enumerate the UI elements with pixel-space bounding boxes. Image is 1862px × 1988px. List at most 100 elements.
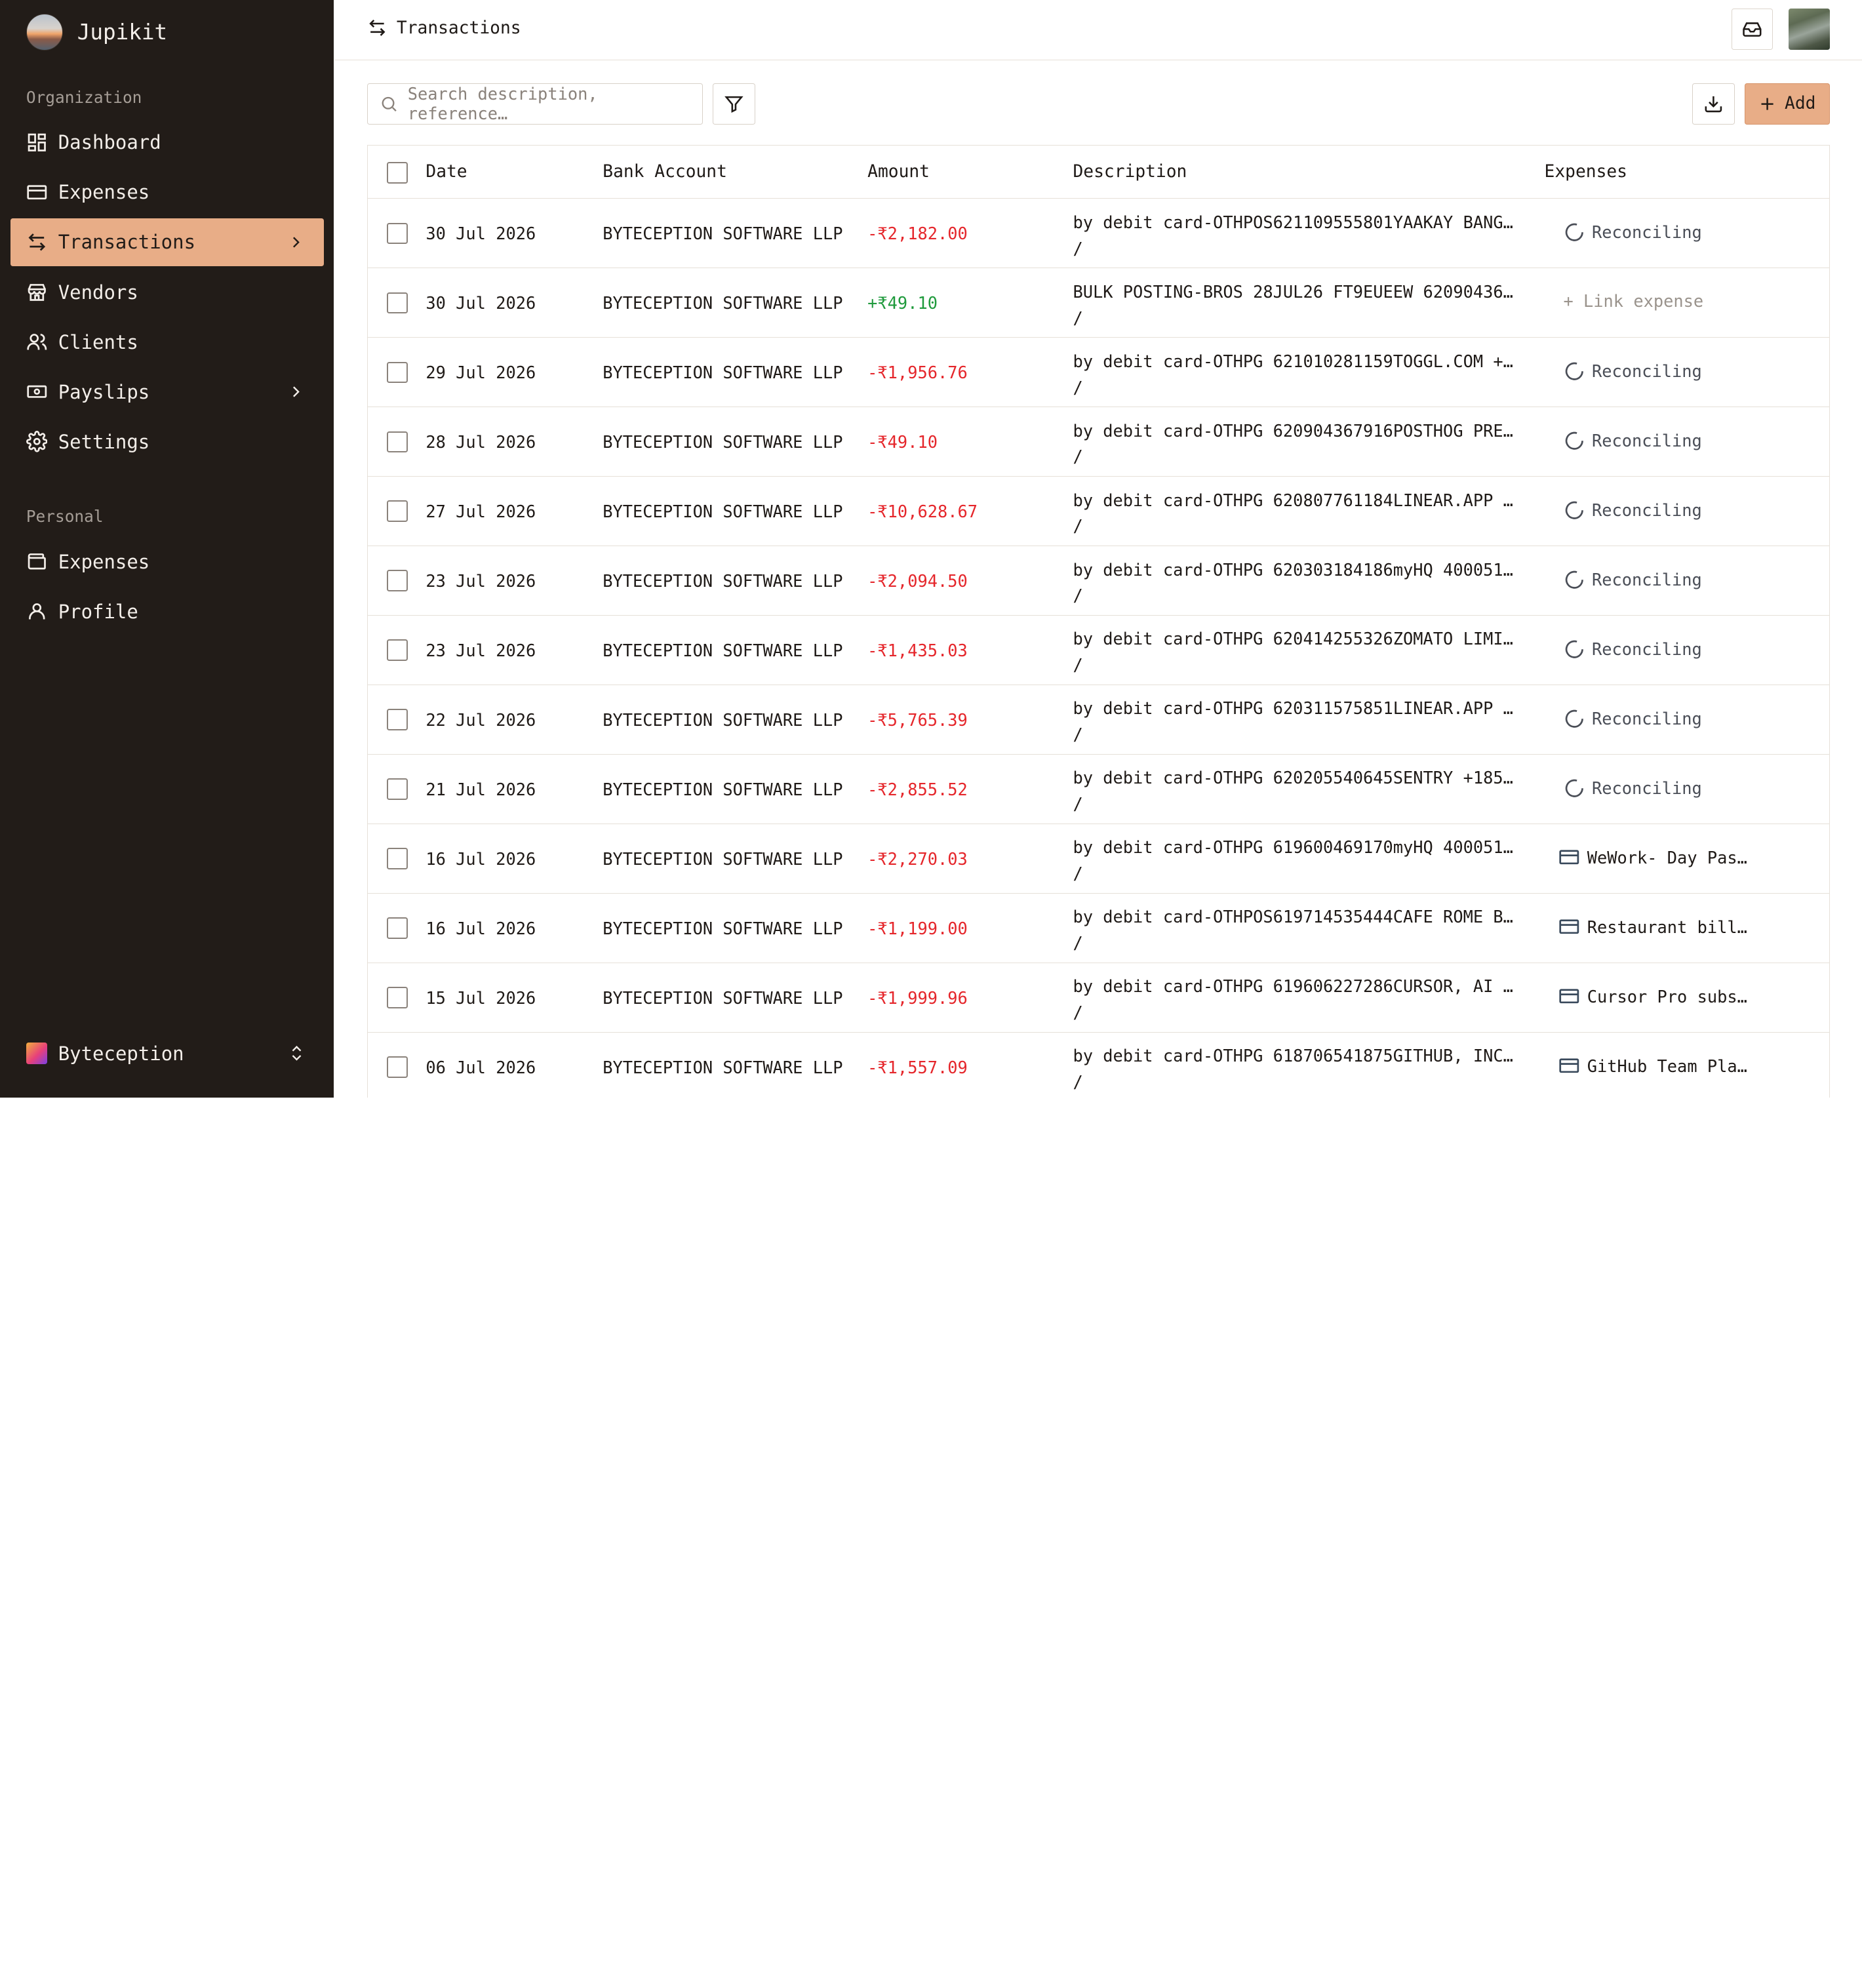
table-row[interactable]: 23 Jul 2026 BYTECEPTION SOFTWARE LLP -₹1,4…: [367, 616, 1830, 686]
linked-expense[interactable]: WeWork- Day Pass…: [1558, 846, 1753, 868]
description-line-2: /: [1073, 655, 1083, 675]
credit-card-icon: [1559, 989, 1579, 1004]
sidebar-item-clients[interactable]: Clients: [10, 318, 324, 365]
cell-amount: -₹2,094.50: [867, 571, 968, 591]
cell-amount: -₹2,182.00: [867, 224, 968, 244]
cell-amount: -₹1,999.96: [867, 987, 968, 1008]
section-label-personal: Personal: [26, 507, 104, 527]
cell-bank-account: BYTECEPTION SOFTWARE LLP: [603, 224, 843, 244]
inbox-button[interactable]: [1731, 8, 1773, 50]
cell-date: 23 Jul 2026: [426, 641, 536, 661]
description-line-1: by debit card-OTHPG 618706541875GITHUB, …: [1073, 1046, 1520, 1066]
top-bar: Transactions: [334, 0, 1862, 61]
filter-icon: [724, 96, 743, 113]
description-line-2: /: [1073, 447, 1083, 467]
sidebar-item-settings[interactable]: Settings: [10, 418, 324, 466]
arrows-left-right-icon: [26, 231, 48, 253]
description-line-2: /: [1073, 725, 1083, 745]
sidebar-item-dashboard[interactable]: Dashboard: [10, 119, 324, 166]
reconciling-status: Reconciling: [1564, 639, 1702, 660]
row-checkbox[interactable]: [386, 639, 408, 661]
cell-amount: -₹1,956.76: [867, 363, 968, 383]
table-row[interactable]: 30 Jul 2026 BYTECEPTION SOFTWARE LLP +₹49.…: [367, 268, 1830, 338]
sidebar-item-label: Expenses: [58, 550, 150, 573]
filter-button[interactable]: [712, 83, 755, 125]
row-checkbox[interactable]: [386, 500, 408, 523]
column-header-date[interactable]: Date: [426, 162, 467, 182]
select-all-checkbox[interactable]: [386, 162, 408, 184]
description-line-1: by debit card-OTHPG 620311575851LINEAR.A…: [1073, 698, 1520, 719]
sidebar-item-personal-expenses[interactable]: Expenses: [10, 538, 324, 585]
sidebar-item-label: Payslips: [58, 380, 150, 403]
row-checkbox[interactable]: [386, 1056, 408, 1078]
add-button[interactable]: Add: [1744, 83, 1831, 125]
table-row[interactable]: 27 Jul 2026 BYTECEPTION SOFTWARE LLP -₹10,…: [367, 477, 1830, 547]
description-line-1: by debit card-OTHPG 620807761184LINEAR.A…: [1073, 490, 1520, 510]
table-row[interactable]: 16 Jul 2026 BYTECEPTION SOFTWARE LLP -₹2,2…: [367, 824, 1830, 894]
table-row[interactable]: 15 Jul 2026 BYTECEPTION SOFTWARE LLP -₹1,9…: [367, 963, 1830, 1033]
cell-bank-account: BYTECEPTION SOFTWARE LLP: [603, 641, 843, 661]
table-row[interactable]: 30 Jul 2026 BYTECEPTION SOFTWARE LLP -₹2,1…: [367, 199, 1830, 269]
table-row[interactable]: 23 Jul 2026 BYTECEPTION SOFTWARE LLP -₹2,0…: [367, 546, 1830, 616]
cell-description: by debit card-OTHPG 619606227286CURSOR, …: [1073, 974, 1524, 1026]
sidebar-item-expenses[interactable]: Expenses: [10, 169, 324, 216]
description-line-2: /: [1073, 516, 1083, 536]
table-row[interactable]: 29 Jul 2026 BYTECEPTION SOFTWARE LLP -₹1,9…: [367, 338, 1830, 408]
workspace-logo: [26, 1043, 48, 1064]
linked-expense[interactable]: GitHub Team Plan…: [1558, 1055, 1753, 1077]
download-button[interactable]: [1692, 83, 1735, 125]
workspace-switcher[interactable]: Byteception: [26, 1038, 311, 1069]
description-line-2: /: [1073, 1072, 1083, 1092]
sidebar-item-vendors[interactable]: Vendors: [10, 268, 324, 315]
description-line-2: /: [1073, 933, 1083, 953]
linked-expense[interactable]: Restaurant bill …: [1558, 916, 1753, 938]
sidebar-item-transactions[interactable]: Transactions: [10, 218, 325, 266]
row-checkbox[interactable]: [386, 778, 408, 800]
row-checkbox[interactable]: [386, 987, 408, 1008]
cell-amount: -₹5,765.39: [867, 710, 968, 730]
row-checkbox[interactable]: [386, 361, 408, 384]
row-checkbox[interactable]: [386, 431, 408, 453]
column-header-amount[interactable]: Amount: [867, 162, 930, 182]
search-input[interactable]: Search description, reference…: [366, 83, 703, 125]
sidebar-item-payslips[interactable]: Payslips: [10, 368, 324, 415]
brand[interactable]: Jupikit: [26, 13, 167, 51]
description-line-1: by debit card-OTHPOS621109555801YAAKAY B…: [1073, 212, 1520, 232]
description-line-1: by debit card-OTHPG 620205540645SENTRY +…: [1073, 768, 1520, 788]
cell-description: by debit card-OTHPG 620205540645SENTRY +…: [1073, 765, 1524, 818]
cell-amount: -₹49.10: [867, 432, 938, 452]
sidebar-item-profile[interactable]: Profile: [10, 588, 324, 635]
table-row[interactable]: 22 Jul 2026 BYTECEPTION SOFTWARE LLP -₹5,7…: [367, 685, 1830, 755]
table-row[interactable]: 21 Jul 2026 BYTECEPTION SOFTWARE LLP -₹2,8…: [367, 755, 1830, 825]
row-checkbox[interactable]: [386, 709, 408, 730]
column-header-bank-account[interactable]: Bank Account: [603, 162, 727, 182]
description-line-2: /: [1073, 586, 1083, 606]
sidebar-item-label: Profile: [58, 600, 138, 623]
avatar[interactable]: [1788, 8, 1831, 50]
cell-date: 29 Jul 2026: [426, 363, 536, 383]
app-name: Jupikit: [77, 19, 168, 45]
row-checkbox[interactable]: [386, 222, 408, 245]
column-header-description[interactable]: Description: [1073, 162, 1187, 182]
chevrons-up-down-icon: [292, 1046, 302, 1061]
user-icon: [26, 601, 48, 622]
sidebar-item-label: Expenses: [58, 181, 150, 204]
link-expense-button[interactable]: + Link expense: [1564, 291, 1704, 311]
row-checkbox[interactable]: [386, 917, 408, 939]
cell-bank-account: BYTECEPTION SOFTWARE LLP: [603, 710, 843, 730]
linked-expense[interactable]: Cursor Pro subsc…: [1558, 985, 1753, 1007]
page-title: Transactions: [396, 18, 521, 38]
table-row[interactable]: 28 Jul 2026 BYTECEPTION SOFTWARE LLP -₹49.…: [367, 407, 1830, 477]
row-checkbox[interactable]: [386, 848, 408, 869]
row-checkbox[interactable]: [386, 292, 408, 314]
loader-icon: [1565, 570, 1583, 589]
row-checkbox[interactable]: [386, 570, 408, 592]
transactions-table: Date Bank Account Amount Description Exp…: [366, 144, 1831, 1098]
description-line-1: by debit card-OTHPG 619600469170myHQ 400…: [1073, 837, 1520, 858]
description-line-1: BULK POSTING-BROS 28JUL26 FT9EUEEW 62090…: [1073, 281, 1520, 302]
column-header-expenses[interactable]: Expenses: [1545, 162, 1627, 182]
table-row[interactable]: 16 Jul 2026 BYTECEPTION SOFTWARE LLP -₹1,1…: [367, 894, 1830, 963]
cell-bank-account: BYTECEPTION SOFTWARE LLP: [603, 780, 843, 800]
banknote-icon: [26, 381, 48, 403]
table-row[interactable]: 06 Jul 2026 BYTECEPTION SOFTWARE LLP -₹1,5…: [368, 1033, 1829, 1098]
